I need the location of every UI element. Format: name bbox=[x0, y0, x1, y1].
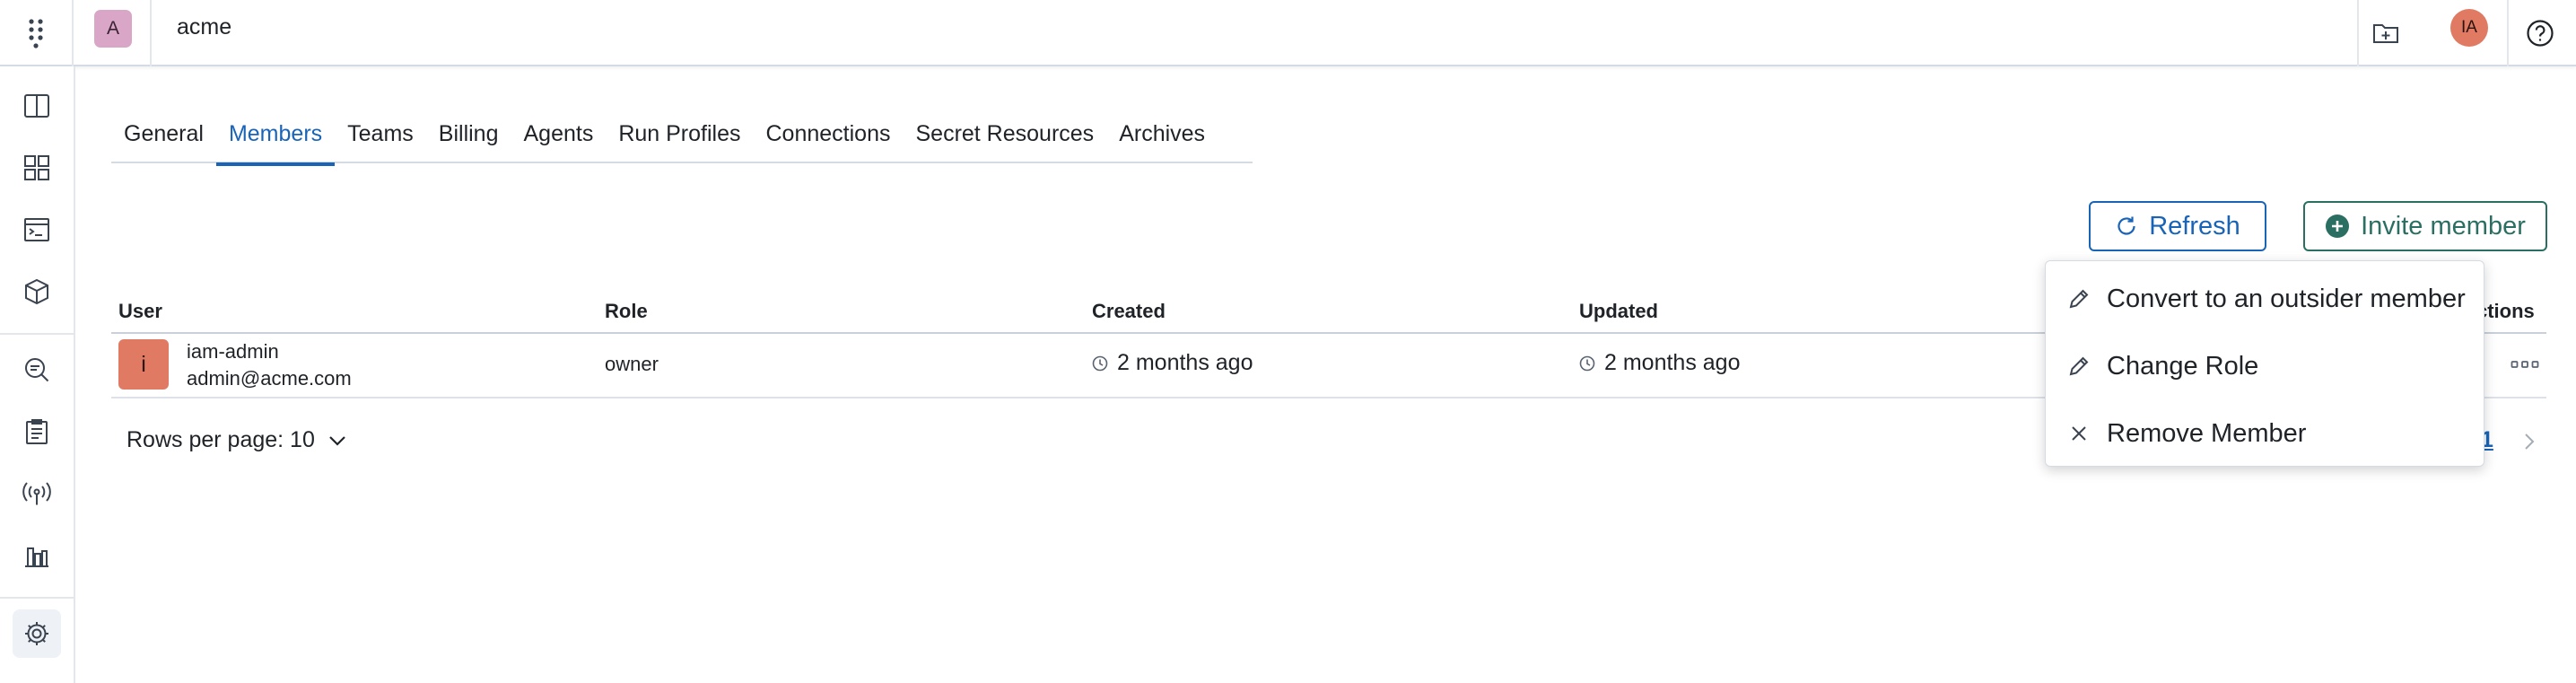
pencil-icon bbox=[2067, 355, 2091, 378]
refresh-icon bbox=[2115, 215, 2138, 238]
tab-run-profiles[interactable]: Run Profiles bbox=[606, 115, 753, 163]
close-icon bbox=[2067, 422, 2091, 445]
menu-item-label: Change Role bbox=[2107, 351, 2259, 381]
menu-item-remove-member[interactable]: Remove Member bbox=[2046, 405, 2484, 462]
sidebar bbox=[0, 66, 75, 683]
book-open-icon[interactable] bbox=[13, 82, 61, 130]
menu-item-label: Remove Member bbox=[2107, 418, 2307, 448]
invite-member-button[interactable]: Invite member bbox=[2303, 201, 2547, 251]
terminal-icon[interactable] bbox=[13, 206, 61, 254]
column-header-updated[interactable]: Updated bbox=[1579, 300, 1658, 323]
invite-member-label: Invite member bbox=[2361, 211, 2526, 241]
clock-icon bbox=[1092, 355, 1108, 372]
column-header-role[interactable]: Role bbox=[605, 300, 648, 323]
chevron-down-icon bbox=[327, 434, 347, 447]
rows-per-page-select[interactable]: Rows per page: 10 bbox=[127, 427, 347, 453]
column-header-user[interactable]: User bbox=[118, 300, 162, 323]
dashboard-grid-icon[interactable] bbox=[13, 144, 61, 192]
tab-billing[interactable]: Billing bbox=[426, 115, 511, 163]
updated-time: 2 months ago bbox=[1579, 350, 1741, 376]
refresh-button[interactable]: Refresh bbox=[2089, 201, 2266, 251]
chevron-right-icon[interactable] bbox=[2517, 429, 2542, 454]
tab-general[interactable]: General bbox=[111, 115, 216, 163]
more-actions-icon[interactable] bbox=[2505, 346, 2545, 382]
created-value: 2 months ago bbox=[1117, 350, 1253, 375]
user-avatar[interactable]: IA bbox=[2450, 9, 2488, 47]
tab-agents[interactable]: Agents bbox=[511, 115, 606, 163]
top-bar: A acme IA bbox=[0, 0, 2576, 66]
gear-icon[interactable] bbox=[13, 609, 61, 658]
avatar: i bbox=[118, 339, 169, 390]
member-role: owner bbox=[605, 353, 659, 375]
created-time: 2 months ago bbox=[1092, 350, 1253, 376]
clipboard-icon[interactable] bbox=[13, 407, 61, 456]
broadcast-icon[interactable] bbox=[13, 469, 61, 518]
divider bbox=[2507, 0, 2509, 66]
member-actions-menu: Convert to an outsider member Change Rol… bbox=[2045, 260, 2484, 467]
cube-icon[interactable] bbox=[13, 267, 61, 316]
clock-icon bbox=[1579, 355, 1595, 372]
org-name[interactable]: acme bbox=[177, 14, 231, 40]
divider bbox=[0, 333, 74, 335]
divider bbox=[2357, 0, 2359, 66]
org-avatar[interactable]: A bbox=[94, 10, 132, 48]
apps-grid-icon[interactable] bbox=[0, 0, 74, 66]
chart-icon[interactable] bbox=[13, 531, 61, 580]
tab-members[interactable]: Members bbox=[215, 115, 336, 166]
menu-item-label: Convert to an outsider member bbox=[2107, 284, 2466, 313]
tab-secret-resources[interactable]: Secret Resources bbox=[903, 115, 1106, 163]
column-header-actions: ctions bbox=[2476, 300, 2535, 322]
tab-archives[interactable]: Archives bbox=[1106, 115, 1218, 163]
pencil-icon bbox=[2067, 287, 2091, 311]
help-icon[interactable] bbox=[2518, 11, 2563, 56]
folder-plus-icon[interactable] bbox=[2363, 11, 2408, 56]
tab-connections[interactable]: Connections bbox=[754, 115, 904, 163]
rows-per-page-label: Rows per page: 10 bbox=[127, 427, 315, 452]
column-header-created[interactable]: Created bbox=[1092, 300, 1166, 323]
search-logs-icon[interactable] bbox=[13, 346, 61, 394]
tab-teams[interactable]: Teams bbox=[335, 115, 426, 163]
updated-value: 2 months ago bbox=[1604, 350, 1741, 375]
add-circle-icon bbox=[2325, 214, 2350, 239]
divider bbox=[150, 0, 152, 66]
refresh-label: Refresh bbox=[2149, 211, 2240, 241]
divider bbox=[0, 597, 74, 599]
menu-item-change-role[interactable]: Change Role bbox=[2046, 337, 2484, 395]
menu-item-convert-outsider[interactable]: Convert to an outsider member bbox=[2046, 270, 2484, 328]
settings-tabs: General Members Teams Billing Agents Run… bbox=[111, 115, 1253, 166]
member-email: admin@acme.com bbox=[187, 367, 352, 390]
member-name: iam-admin bbox=[187, 340, 279, 363]
